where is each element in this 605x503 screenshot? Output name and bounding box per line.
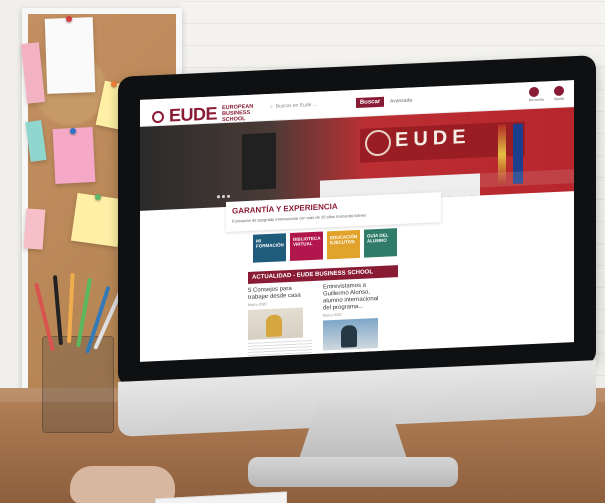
news-card-title[interactable]: Entrevistamos a Guillermo Alonso, alumno… [323,282,387,313]
hero-wall-text: EUDE [395,125,471,152]
tile-label: MI FORMACIÓN [256,238,284,249]
note-paper [44,17,96,94]
quick-links: MI FORMACIÓN BIBLIOTECA VIRTUAL EDUCACIÓ… [253,228,397,263]
tile-label: GUÍA DEL ALUMNO [367,232,389,244]
search-placeholder: Buscar en Eude ... [275,101,317,110]
carousel-dot[interactable] [222,194,225,199]
top-icon-label: Mi cuenta [528,97,544,103]
search-button[interactable]: Buscar [356,96,384,109]
tile-biblioteca-virtual[interactable]: BIBLIOTECA VIRTUAL [290,231,323,262]
pencil-cup [34,272,126,433]
note-pink-3 [23,208,46,250]
hero-carousel-dots[interactable] [217,194,230,199]
stand-foot [248,457,458,487]
tile-label: BIBLIOTECA VIRTUAL [293,235,321,247]
news-card-image[interactable] [248,307,303,340]
note-pink-2 [52,126,96,185]
image-person [266,314,282,338]
advanced-search-link[interactable]: Avanzada [390,95,412,106]
help-icon [554,85,564,97]
image-person [341,325,357,348]
pin [95,194,101,200]
carousel-dot[interactable] [227,194,230,198]
search-icon: ⌕ [270,103,273,110]
tile-educacion-ejecutiva[interactable]: EDUCACIÓN EJECUTIVA [327,229,360,260]
hero-doorway [242,132,276,191]
news-card-title[interactable]: 5 Consejos para trabajar desde casa [248,285,312,302]
top-icon-help[interactable]: Ayuda [554,85,564,102]
tile-label: EDUCACIÓN EJECUTIVA [330,233,358,246]
photo-scene: EUDE EUROPEAN BUSINESS SCHOOL ⌕ Buscar e… [0,0,605,503]
logo-seal-icon [152,110,164,123]
tile-guia-del-alumno[interactable]: GUÍA DEL ALUMNO [364,228,397,258]
website-screen: EUDE EUROPEAN BUSINESS SCHOOL ⌕ Buscar e… [140,80,574,362]
search-input[interactable]: ⌕ Buscar en Eude ... [270,98,350,112]
tile-mi-formacion[interactable]: MI FORMACIÓN [253,233,286,263]
top-icon-label: Ayuda [554,96,564,102]
stand-neck [298,402,408,462]
pin [70,128,76,134]
pin [66,16,72,22]
news-card-text [248,339,312,356]
carousel-dot[interactable] [217,195,220,199]
monitor-stand [248,402,458,502]
note-yellow-2 [70,192,125,248]
news-card-image[interactable] [323,318,378,351]
logo-subtitle: EUROPEAN BUSINESS SCHOOL [222,103,253,122]
news-card[interactable]: 5 Consejos para trabajar desde casa Marz… [248,285,312,358]
pin [111,81,117,87]
news-card[interactable]: Entrevistamos a Guillermo Alonso, alumno… [323,282,387,362]
top-icons: Mi cuenta Ayuda [528,85,564,103]
top-icon-account[interactable]: Mi cuenta [528,86,544,103]
user-icon [528,86,539,98]
